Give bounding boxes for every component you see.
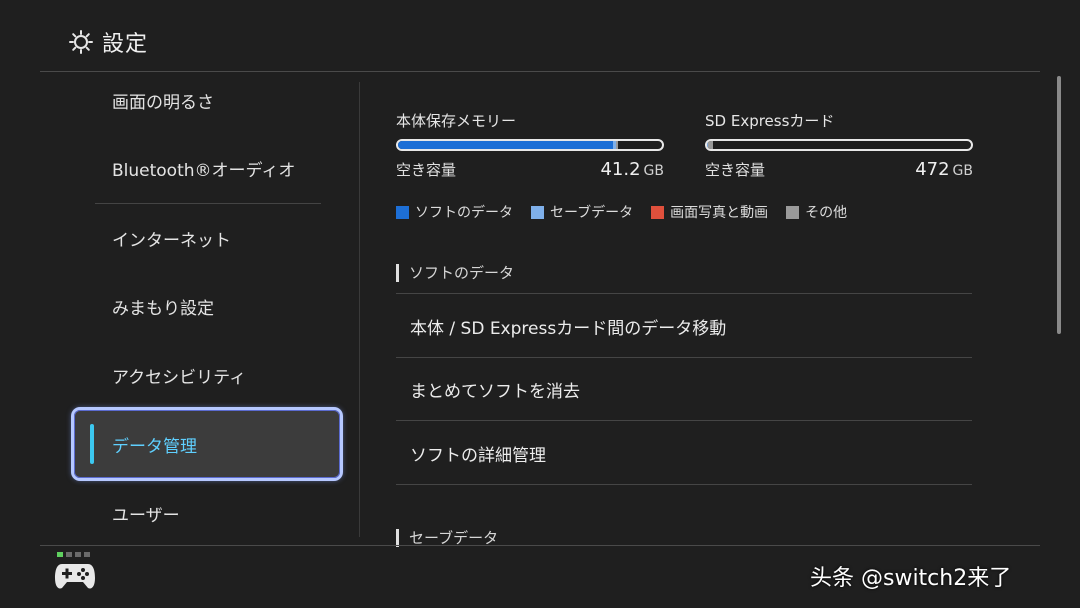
menu-divider: [396, 484, 972, 485]
legend-item-soft: ソフトのデータ: [396, 202, 513, 222]
section-title-soft-data: ソフトのデータ: [396, 262, 514, 283]
storage-usage-bar: [396, 139, 664, 151]
storage-name: 本体保存メモリー: [396, 112, 517, 130]
free-space-value: 41.2 GB: [600, 159, 664, 180]
controller-icon: [55, 564, 95, 589]
legend-swatch: [651, 205, 665, 219]
sidebar-item-data-management[interactable]: データ管理: [74, 410, 340, 478]
footer-divider: [40, 545, 1040, 546]
header: 設定: [0, 0, 1080, 72]
sidebar-item-internet[interactable]: インターネット: [112, 218, 231, 258]
legend-item-screenshots: 画面写真と動画: [651, 202, 768, 222]
sidebar-item-parental-controls[interactable]: みまもり設定: [112, 286, 214, 326]
free-space-row: 空き容量 472 GB: [705, 159, 973, 180]
header-divider: [40, 71, 1040, 72]
section-marker: [396, 263, 399, 282]
legend-swatch: [531, 205, 544, 219]
legend-item-other: その他: [786, 202, 847, 222]
sidebar-item-users[interactable]: ユーザー: [112, 493, 180, 533]
sidebar-divider: [359, 82, 360, 537]
menu-item-bulk-delete-software[interactable]: まとめてソフトを消去: [410, 369, 580, 409]
active-indicator: [90, 424, 94, 464]
legend-label: セーブデータ: [550, 205, 634, 221]
storage-name: SD Expressカード: [705, 112, 835, 130]
legend-label: その他: [805, 205, 848, 221]
free-space-number: 472: [915, 159, 950, 180]
storage-internal: 本体保存メモリー 空き容量 41.2 GB: [396, 110, 664, 180]
free-space-unit: GB: [952, 163, 973, 179]
sidebar-item-bluetooth-audio[interactable]: Bluetooth®オーディオ: [112, 148, 295, 188]
other-data-fill: [616, 141, 619, 149]
other-data-fill: [708, 141, 713, 149]
controller-indicator: [57, 552, 90, 557]
menu-divider: [396, 420, 972, 421]
free-space-row: 空き容量 41.2 GB: [396, 159, 664, 180]
legend-swatch: [396, 205, 409, 219]
sidebar-item-label: データ管理: [112, 436, 197, 457]
sidebar-separator: [95, 203, 321, 204]
header-title-wrap: 設定: [68, 26, 148, 58]
sidebar-item-brightness[interactable]: 画面の明るさ: [112, 80, 214, 120]
free-space-label: 空き容量: [705, 161, 766, 179]
free-space-number: 41.2: [600, 159, 641, 180]
sidebar-item-accessibility[interactable]: アクセシビリティ: [112, 355, 246, 395]
menu-divider: [396, 357, 972, 358]
free-space-value: 472 GB: [915, 159, 973, 180]
legend-swatch: [786, 205, 800, 219]
watermark: 头条 @switch2来了: [810, 566, 1012, 591]
gear-icon: [69, 30, 93, 54]
menu-divider: [396, 293, 972, 294]
storage-legend: ソフトのデータ セーブデータ 画面写真と動画 その他: [396, 202, 847, 222]
menu-item-data-transfer[interactable]: 本体 / SD Expressカード間のデータ移動: [410, 306, 726, 346]
soft-data-fill: [398, 141, 614, 149]
scrollbar[interactable]: [1057, 76, 1061, 334]
menu-item-software-details[interactable]: ソフトの詳細管理: [410, 433, 546, 473]
free-space-label: 空き容量: [396, 161, 457, 179]
section-title-text: ソフトのデータ: [409, 264, 515, 282]
free-space-unit: GB: [643, 163, 664, 179]
storage-sd-card: SD Expressカード 空き容量 472 GB: [705, 110, 973, 180]
legend-item-save: セーブデータ: [531, 202, 633, 222]
section-marker: [396, 528, 399, 547]
legend-label: ソフトのデータ: [415, 205, 513, 221]
page-title: 設定: [102, 32, 149, 57]
storage-usage-bar: [705, 139, 973, 151]
legend-label: 画面写真と動画: [670, 205, 769, 221]
